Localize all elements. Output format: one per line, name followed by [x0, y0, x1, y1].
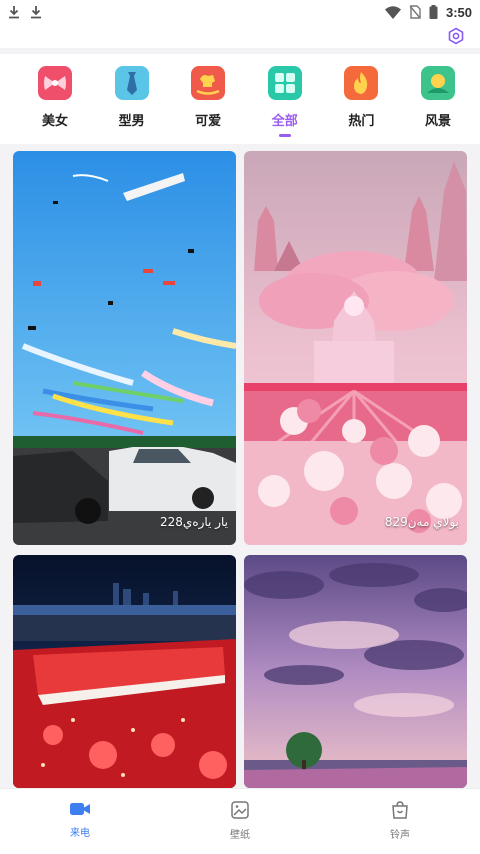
category-landscape[interactable]: 风景 — [409, 54, 467, 144]
category-underline — [355, 134, 367, 137]
category-underline — [49, 134, 61, 137]
rose-lights-image — [13, 555, 236, 788]
active-tab-indicator — [278, 134, 291, 137]
category-label: 热门 — [348, 114, 375, 129]
download-icon — [31, 6, 41, 19]
nav-ringtone[interactable]: 铃声 — [340, 789, 460, 854]
category-tabs: 美女 型男 可爱 全部 热门 风景 — [0, 54, 480, 144]
app-screen: 3:50 美女 型男 可爱 全部 热门 风景 يار يارەي228 بولا… — [0, 0, 480, 854]
settings-button[interactable] — [446, 26, 466, 46]
wifi-icon — [384, 5, 401, 19]
category-cute[interactable]: 可爱 — [179, 54, 237, 144]
category-all[interactable]: 全部 — [256, 54, 314, 144]
wallpaper-card-purple-sky[interactable] — [244, 555, 467, 788]
nav-label: 来电 — [70, 828, 90, 839]
wallpaper-card-rose-lights[interactable] — [13, 555, 236, 788]
nav-label: 铃声 — [390, 830, 410, 841]
category-underline — [126, 134, 138, 137]
category-underline — [432, 134, 444, 137]
flame-icon — [344, 66, 379, 100]
pink-castle-image — [244, 151, 467, 545]
card-caption: يار يارەي228 — [160, 515, 228, 529]
status-right: 3:50 — [384, 4, 472, 20]
wallpaper-card-kites[interactable]: يار يارەي228 — [13, 151, 236, 545]
kites-image — [13, 151, 236, 545]
category-underline — [202, 134, 214, 137]
download-icon — [9, 6, 19, 19]
category-beauty[interactable]: 美女 — [26, 54, 84, 144]
wallpaper-icon — [231, 801, 249, 819]
tie-icon — [114, 66, 149, 100]
no-sim-icon — [409, 5, 421, 19]
status-bar: 3:50 — [0, 0, 480, 24]
top-toolbar — [0, 24, 480, 48]
status-time: 3:50 — [445, 4, 472, 20]
category-label: 型男 — [118, 114, 145, 129]
category-label: 全部 — [271, 114, 298, 129]
purple-sky-image — [244, 555, 467, 788]
category-hot[interactable]: 热门 — [332, 54, 390, 144]
bottom-navigation: 来电 壁纸 铃声 — [0, 788, 480, 854]
rocking-horse-icon — [191, 66, 226, 100]
nav-wallpaper[interactable]: 壁纸 — [180, 789, 300, 854]
nav-label: 壁纸 — [230, 830, 250, 841]
card-caption: بولاي مەن829 — [384, 515, 459, 529]
settings-icon — [448, 27, 464, 45]
wallpaper-grid: يار يارەي228 بولاي مەن829 — [13, 151, 467, 788]
landscape-icon — [420, 66, 455, 100]
category-label: 风景 — [424, 114, 451, 129]
video-call-icon — [70, 803, 90, 815]
category-label: 美女 — [41, 114, 68, 129]
status-left — [8, 5, 42, 19]
grid-icon — [267, 66, 302, 100]
battery-icon — [429, 5, 438, 19]
wallpaper-card-pink-castle[interactable]: بولاي مەن829 — [244, 151, 467, 545]
ringtone-bag-icon — [392, 801, 408, 819]
category-handsome[interactable]: 型男 — [103, 54, 161, 144]
category-label: 可爱 — [195, 114, 222, 129]
bow-icon — [38, 66, 72, 100]
nav-incoming-call[interactable]: 来电 — [20, 789, 140, 854]
